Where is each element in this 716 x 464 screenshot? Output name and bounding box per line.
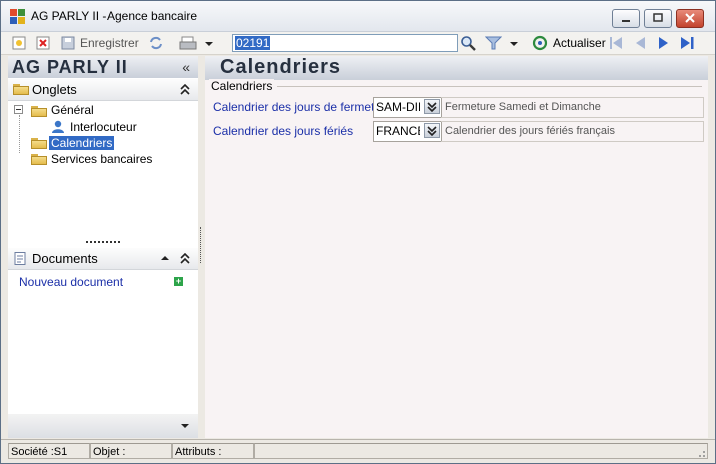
tree-item-interlocuteur[interactable]: Interlocuteur	[70, 120, 137, 134]
search-input[interactable]: 02191	[232, 34, 458, 52]
add-document-icon[interactable]: +	[174, 277, 183, 286]
status-societe: Société :S1	[8, 443, 90, 459]
search-value: 02191	[235, 36, 271, 50]
filter-icon[interactable]	[485, 35, 502, 51]
document-icon	[14, 252, 26, 265]
close-button[interactable]	[676, 9, 704, 28]
left-panel: AG PARLY II « Onglets Général Interlocut…	[8, 56, 198, 438]
folder-open-icon	[31, 138, 47, 149]
dropdown-button[interactable]	[424, 123, 440, 138]
dropdown-button[interactable]	[424, 99, 440, 114]
minimize-icon	[622, 20, 630, 22]
application-window: AG PARLY II - Agence bancaire Enregistre…	[0, 0, 716, 464]
last-record-icon[interactable]	[680, 35, 696, 51]
first-record-icon[interactable]	[609, 35, 623, 51]
search-icon[interactable]	[460, 35, 477, 51]
holiday-calendar-select[interactable]: FRANCE	[373, 121, 442, 142]
app-icon	[10, 9, 26, 25]
folder-icon	[31, 154, 47, 165]
tree-item-general[interactable]: Général	[51, 103, 94, 117]
onglets-header[interactable]: Onglets	[8, 79, 198, 101]
record-title: AG PARLY II	[12, 57, 128, 77]
panel-splitter[interactable]	[200, 227, 203, 263]
onglets-label: Onglets	[32, 82, 77, 97]
tree-collapse-icon[interactable]	[14, 105, 24, 115]
refresh-arrows-icon[interactable]	[148, 35, 164, 51]
double-chevron-up-icon[interactable]	[180, 253, 190, 264]
closing-calendar-label: Calendrier des jours de fermeture	[213, 100, 392, 114]
resize-grip[interactable]	[86, 241, 120, 243]
left-panel-footer	[8, 414, 198, 438]
new-document-link[interactable]: Nouveau document	[19, 275, 123, 289]
user-icon	[52, 120, 64, 133]
window-title: AG PARLY II -	[31, 9, 107, 23]
filter-dropdown-icon[interactable]	[509, 35, 519, 51]
refresh-button[interactable]: Actualiser	[553, 36, 606, 50]
new-record-icon[interactable]	[11, 35, 27, 51]
double-chevron-down-icon	[427, 102, 437, 113]
double-chevron-down-icon	[427, 126, 437, 137]
record-header: AG PARLY II «	[8, 56, 198, 78]
maximize-icon	[653, 13, 663, 22]
closing-calendar-select[interactable]: SAM-DIM	[373, 97, 442, 118]
status-objet: Objet :	[90, 443, 172, 459]
group-divider	[277, 86, 702, 87]
page-title: Calendriers	[220, 56, 342, 78]
minimize-button[interactable]	[612, 9, 640, 28]
page-header: Calendriers	[205, 56, 708, 80]
title-bar: AG PARLY II - Agence bancaire	[1, 1, 715, 32]
refresh-icon[interactable]	[532, 35, 548, 51]
window-subtitle: Agence bancaire	[107, 9, 198, 23]
previous-record-icon[interactable]	[633, 35, 647, 51]
documents-header[interactable]: Documents	[8, 248, 198, 270]
holiday-calendar-label: Calendrier des jours fériés	[213, 124, 354, 138]
maximize-button[interactable]	[644, 9, 672, 28]
close-icon	[685, 13, 695, 23]
collapse-panel-button[interactable]: «	[182, 59, 190, 75]
double-chevron-up-icon[interactable]	[180, 84, 190, 95]
holiday-calendar-value: FRANCE	[376, 124, 420, 138]
toolbar: Enregistrer 02191 Actualiser	[1, 32, 715, 55]
closing-calendar-value: SAM-DIM	[376, 100, 420, 114]
resize-grip-icon[interactable]	[696, 448, 706, 458]
chevron-down-icon[interactable]	[204, 35, 214, 51]
delete-icon[interactable]	[35, 35, 51, 51]
chevron-down-icon[interactable]	[180, 423, 190, 429]
print-icon[interactable]	[179, 35, 197, 51]
status-extra	[254, 443, 708, 459]
main-panel: Calendriers Calendriers Calendrier des j…	[205, 56, 708, 438]
status-bar: Société :S1 Objet : Attributs :	[1, 439, 715, 463]
next-record-icon[interactable]	[657, 35, 671, 51]
tree-line	[19, 115, 20, 153]
tree-item-services-bancaires[interactable]: Services bancaires	[51, 152, 152, 166]
save-icon[interactable]	[60, 35, 76, 51]
documents-label: Documents	[32, 251, 98, 266]
folder-icon	[13, 84, 29, 95]
group-label: Calendriers	[209, 79, 275, 93]
chevron-up-icon[interactable]	[160, 255, 170, 261]
holiday-calendar-description: Calendrier des jours fériés français	[441, 121, 704, 142]
save-button[interactable]: Enregistrer	[80, 36, 139, 50]
status-attributs: Attributs :	[172, 443, 254, 459]
folder-icon	[31, 106, 47, 117]
closing-calendar-description: Fermeture Samedi et Dimanche	[441, 97, 704, 118]
tree-item-calendriers[interactable]: Calendriers	[49, 136, 115, 150]
